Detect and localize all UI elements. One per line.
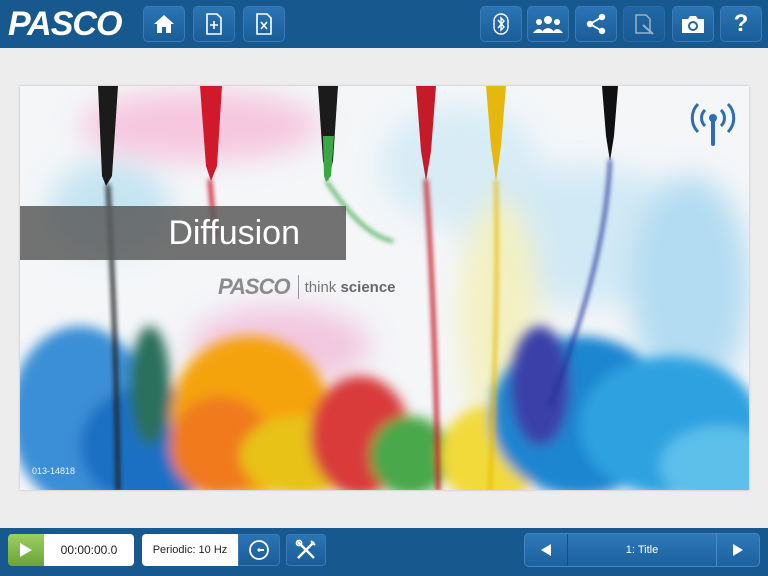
page-selector[interactable]: 1: Title (567, 534, 717, 566)
bluetooth-icon (493, 13, 509, 35)
camera-button[interactable] (672, 6, 714, 42)
tools-button[interactable] (286, 534, 326, 566)
slide-title: Diffusion (168, 213, 300, 252)
product-code: 013-14818 (32, 466, 76, 476)
page-navigator: 1: Title (524, 533, 760, 567)
pasco-logo: PASCO (8, 5, 122, 43)
help-icon: ? (733, 10, 749, 37)
bluetooth-button[interactable] (480, 6, 522, 42)
start-recording-button[interactable] (8, 534, 44, 566)
elapsed-time: 00:00:00.0 (44, 534, 134, 566)
add-page-icon (206, 13, 222, 35)
pasco-brand-logo: PASCO (218, 274, 291, 299)
share-button[interactable] (575, 6, 617, 42)
sampling-options-button[interactable] (238, 534, 280, 566)
new-page-button[interactable] (193, 6, 235, 42)
share-icon (586, 13, 606, 35)
help-button[interactable]: ? (720, 6, 762, 42)
home-icon (154, 15, 174, 33)
brand-lockup: PASCO think science (218, 274, 396, 299)
journal-icon (635, 14, 654, 35)
camera-icon (682, 16, 704, 33)
arrow-left-icon (541, 544, 551, 556)
tagline-bold: science (340, 278, 396, 296)
tagline-prefix: think (304, 278, 341, 296)
play-icon (20, 543, 32, 557)
title-slide: Diffusion PASCO think science 013-14818 (20, 86, 749, 490)
delete-page-button[interactable] (243, 6, 285, 42)
timer-icon (249, 540, 269, 560)
delete-page-icon (256, 13, 272, 35)
slide-title-band: Diffusion (20, 206, 346, 260)
home-button[interactable] (143, 6, 185, 42)
brand-divider (297, 275, 299, 299)
previous-page-button[interactable] (525, 534, 568, 566)
people-icon (533, 16, 563, 33)
journal-button[interactable] (623, 6, 665, 42)
wireless-sensor-icon (690, 102, 736, 146)
arrow-right-icon (733, 544, 743, 556)
next-page-button[interactable] (716, 534, 759, 566)
share-session-button[interactable] (527, 6, 569, 42)
brand-tagline: think science (305, 279, 396, 296)
sampling-rate[interactable]: Periodic: 10 Hz (142, 534, 238, 566)
tools-icon (295, 539, 316, 559)
